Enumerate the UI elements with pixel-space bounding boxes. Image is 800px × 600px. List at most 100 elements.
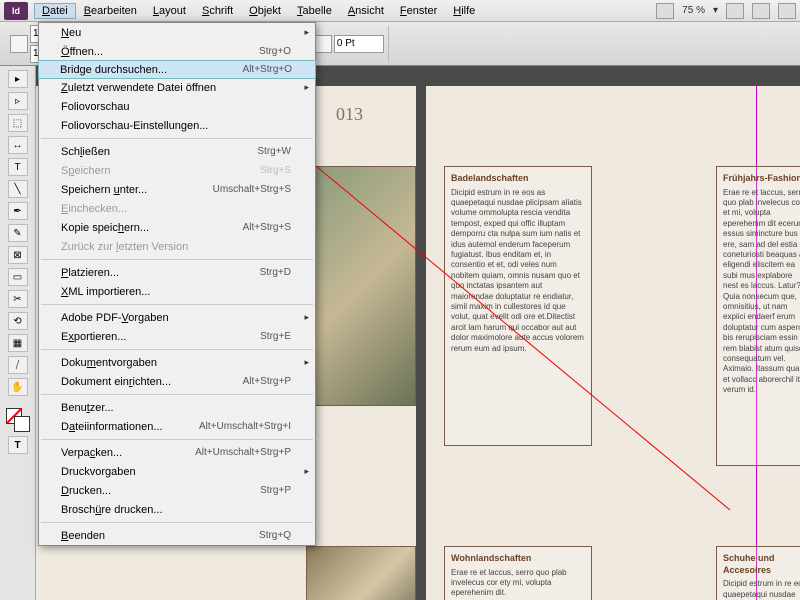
direct-select-tool[interactable]: ▹ (8, 92, 28, 110)
shortcut: Umschalt+Strg+S (213, 184, 291, 195)
stroke-icon[interactable] (314, 35, 332, 53)
shortcut: Strg+E (260, 331, 291, 342)
hand-tool[interactable]: ✋ (8, 378, 28, 396)
shortcut: Strg+P (260, 485, 291, 496)
separator (41, 394, 313, 395)
menuitem-verpacken[interactable]: Verpacken...Alt+Umschalt+Strg+P (39, 443, 315, 462)
menuitem-speichern-unter[interactable]: Speichern unter...Umschalt+Strg+S (39, 180, 315, 199)
menuitem-brosch-re-drucken[interactable]: Broschüre drucken... (39, 500, 315, 519)
menu-hilfe[interactable]: Hilfe (445, 3, 483, 19)
separator (41, 439, 313, 440)
menuitem-drucken[interactable]: Drucken...Strg+P (39, 481, 315, 500)
pencil-tool[interactable]: ✎ (8, 224, 28, 242)
pen-tool[interactable]: ✒ (8, 202, 28, 220)
transform-tool[interactable]: ⟲ (8, 312, 28, 330)
menu-layout[interactable]: Layout (145, 3, 194, 19)
frame-body: Dicipid estrum in re eos as quaepetaqui … (451, 188, 585, 354)
menuitem-label: Verpacken... (61, 447, 195, 459)
separator (41, 138, 313, 139)
menu-bearbeiten[interactable]: Bearbeiten (76, 3, 145, 19)
menubar-right: 75 %▾ (656, 3, 796, 19)
menu-schrift[interactable]: Schrift (194, 3, 241, 19)
menuitem-foliovorschau[interactable]: Foliovorschau (39, 97, 315, 116)
menuitem-label: Dokumentvorgaben (61, 357, 291, 369)
gap-tool[interactable]: ↔ (8, 136, 28, 154)
app-icon: Id (4, 2, 28, 20)
format-text-icon[interactable]: T (8, 436, 28, 454)
scissors-tool[interactable]: ✂ (8, 290, 28, 308)
menuitem-dokument-einrichten[interactable]: Dokument einrichten...Alt+Strg+P (39, 372, 315, 391)
menuitem-exportieren[interactable]: Exportieren...Strg+E (39, 327, 315, 346)
menu-objekt[interactable]: Objekt (241, 3, 289, 19)
menuitem-label: Adobe PDF-Vorgaben (61, 312, 291, 324)
menuitem-label: Druckvorgaben (61, 466, 291, 478)
menuitem-label: Zuletzt verwendete Datei öffnen (61, 82, 291, 94)
type-tool[interactable]: T (8, 158, 28, 176)
shortcut: Strg+Q (259, 530, 291, 541)
menuitem-druckvorgaben[interactable]: Druckvorgaben (39, 462, 315, 481)
line-tool[interactable]: ╲ (8, 180, 28, 198)
menuitem-bridge-durchsuchen[interactable]: Bridge durchsuchen...Alt+Strg+O (38, 60, 316, 79)
text-frame-1[interactable]: Badelandschaften Dicipid estrum in re eo… (444, 166, 592, 446)
menubar: Id DateiBearbeitenLayoutSchriftObjektTab… (0, 0, 800, 22)
menu-datei[interactable]: Datei (34, 3, 76, 19)
ref-point-icon[interactable] (10, 35, 28, 53)
selection-tool[interactable]: ▸ (8, 70, 28, 88)
page-right: Badelandschaften Dicipid estrum in re eo… (426, 86, 800, 600)
shortcut: Strg+D (260, 267, 291, 278)
zoom-value[interactable]: 75 % (682, 5, 705, 16)
menuitem-beenden[interactable]: BeendenStrg+Q (39, 526, 315, 545)
menuitem-label: Drucken... (61, 485, 260, 497)
menuitem-dateiinformationen[interactable]: Dateiinformationen...Alt+Umschalt+Strg+I (39, 417, 315, 436)
separator (41, 259, 313, 260)
menu-tabelle[interactable]: Tabelle (289, 3, 340, 19)
rectangle-tool[interactable]: ▭ (8, 268, 28, 286)
shortcut: Alt+Umschalt+Strg+I (199, 421, 291, 432)
shortcut: Alt+Strg+S (243, 222, 291, 233)
menuitem-label: Einchecken... (61, 203, 291, 215)
text-frame-2[interactable]: Frühjahrs-Fashion Erae re et laccus, ser… (716, 166, 800, 466)
eyedropper-tool[interactable]: ⧸ (8, 356, 28, 374)
menuitem-schlie-en[interactable]: SchließenStrg+W (39, 142, 315, 161)
view-mode-1[interactable] (726, 3, 744, 19)
menuitem-einchecken: Einchecken... (39, 199, 315, 218)
shortcut: Strg+W (257, 146, 291, 157)
menuitem-label: Dokument einrichten... (61, 376, 243, 388)
view-mode-3[interactable] (778, 3, 796, 19)
frame-body: Erae re et laccus, serro quo plab invele… (723, 188, 800, 396)
image-frame-1[interactable] (306, 166, 416, 406)
menuitem-benutzer[interactable]: Benutzer... (39, 398, 315, 417)
tool-panel: ▸ ▹ ⬚ ↔ T ╲ ✒ ✎ ⊠ ▭ ✂ ⟲ ▦ ⧸ ✋ T (0, 66, 36, 600)
menuitem-label: Foliovorschau (61, 101, 291, 113)
text-frame-4[interactable]: Schuhe und Accesoires Dicipid estrum in … (716, 546, 800, 600)
shortcut: Alt+Strg+O (243, 64, 292, 75)
fill-stroke-swatch[interactable] (6, 408, 30, 432)
menuitem-zuletzt-verwendete-datei-ffnen[interactable]: Zuletzt verwendete Datei öffnen (39, 78, 315, 97)
menuitem-kopie-speichern[interactable]: Kopie speichern...Alt+Strg+S (39, 218, 315, 237)
menuitem-adobe-pdf-vorgaben[interactable]: Adobe PDF-Vorgaben (39, 308, 315, 327)
menuitem-speichern: SpeichernStrg+S (39, 161, 315, 180)
gradient-tool[interactable]: ▦ (8, 334, 28, 352)
menuitem-label: Benutzer... (61, 402, 291, 414)
menuitem-ffnen[interactable]: Öffnen...Strg+O (39, 42, 315, 61)
menuitem-foliovorschau-einstellungen[interactable]: Foliovorschau-Einstellungen... (39, 116, 315, 135)
stroke-weight[interactable]: 0 Pt (334, 35, 384, 53)
text-frame-3[interactable]: Wohnlandschaften Erae re et laccus, serr… (444, 546, 592, 600)
frame-title: Schuhe und Accesoires (723, 553, 800, 576)
menu-ansicht[interactable]: Ansicht (340, 3, 392, 19)
menuitem-xml-importieren[interactable]: XML importieren... (39, 282, 315, 301)
page-tool[interactable]: ⬚ (8, 114, 28, 132)
menuitem-platzieren[interactable]: Platzieren...Strg+D (39, 263, 315, 282)
menu-fenster[interactable]: Fenster (392, 3, 445, 19)
view-mode-2[interactable] (752, 3, 770, 19)
menuitem-label: Neu (61, 27, 291, 39)
br-button[interactable] (656, 3, 674, 19)
frame-tool[interactable]: ⊠ (8, 246, 28, 264)
menuitem-label: Bridge durchsuchen... (60, 64, 243, 76)
menuitem-neu[interactable]: Neu (39, 23, 315, 42)
shortcut: Alt+Strg+P (243, 376, 291, 387)
menuitem-dokumentvorgaben[interactable]: Dokumentvorgaben (39, 353, 315, 372)
image-frame-2[interactable] (306, 546, 416, 600)
file-menu-dropdown: NeuÖffnen...Strg+OBridge durchsuchen...A… (38, 22, 316, 546)
separator (41, 522, 313, 523)
